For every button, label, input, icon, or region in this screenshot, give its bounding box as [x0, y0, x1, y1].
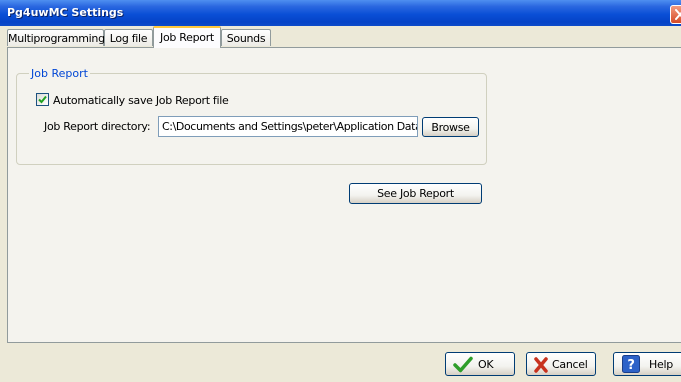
- help-label: Help: [649, 358, 673, 371]
- tab-label: Log file: [109, 32, 148, 45]
- title-bar[interactable]: Pg4uwMC Settings: [0, 0, 681, 26]
- cancel-label: Cancel: [552, 358, 588, 371]
- check-icon: [453, 356, 473, 373]
- cancel-button[interactable]: Cancel: [526, 352, 596, 376]
- browse-button[interactable]: Browse: [422, 117, 479, 137]
- tab-sounds[interactable]: Sounds: [221, 29, 271, 46]
- checkmark-icon: [38, 95, 47, 104]
- x-icon: [534, 357, 548, 373]
- tab-strip: Multiprogramming Log file Job Report Sou…: [0, 26, 681, 48]
- help-button[interactable]: ? Help: [613, 352, 681, 376]
- window-title: Pg4uwMC Settings: [7, 6, 124, 19]
- tab-log-file[interactable]: Log file: [104, 29, 153, 46]
- close-button[interactable]: [670, 5, 681, 24]
- question-icon: ?: [622, 355, 640, 373]
- directory-input[interactable]: C:\Documents and Settings\peter\Applicat…: [158, 116, 418, 137]
- ok-label: OK: [478, 358, 494, 371]
- close-icon: [675, 9, 681, 20]
- see-job-report-button[interactable]: See Job Report: [349, 183, 482, 204]
- groupbox-title: Job Report: [29, 67, 90, 80]
- ok-button[interactable]: OK: [445, 352, 515, 376]
- tab-label: Job Report: [160, 31, 214, 44]
- auto-save-label[interactable]: Automatically save Job Report file: [53, 94, 229, 107]
- tab-label: Multiprogramming: [8, 32, 105, 45]
- tab-job-report[interactable]: Job Report: [153, 26, 221, 48]
- svg-text:?: ?: [627, 358, 634, 373]
- auto-save-checkbox[interactable]: [36, 93, 49, 106]
- tab-multiprogramming[interactable]: Multiprogramming: [7, 29, 105, 46]
- directory-label: Job Report directory:: [44, 120, 151, 133]
- see-job-report-label: See Job Report: [377, 187, 454, 200]
- tab-label: Sounds: [226, 32, 266, 45]
- browse-button-label: Browse: [431, 121, 470, 134]
